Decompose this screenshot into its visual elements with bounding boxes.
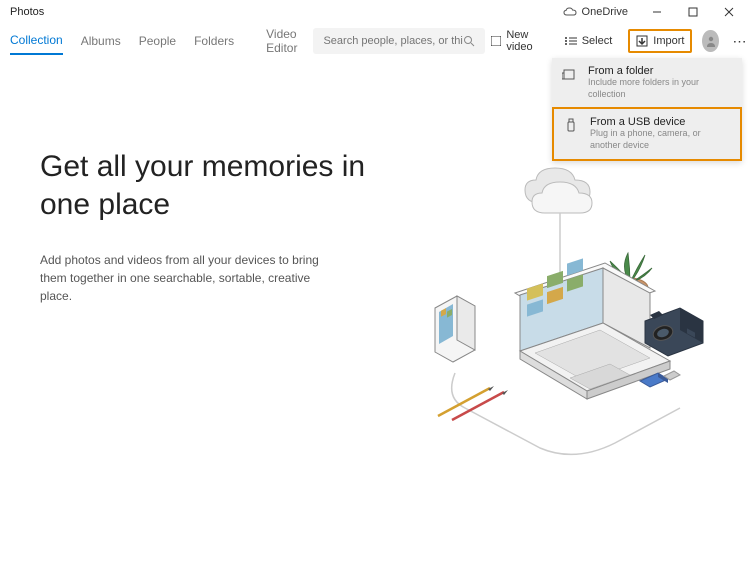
folder-icon (562, 67, 578, 81)
hero-heading: Get all your memories in one place (40, 148, 380, 223)
select-icon (565, 36, 577, 46)
dropdown-from-folder[interactable]: From a folder Include more folders in yo… (552, 58, 742, 107)
tab-collection[interactable]: Collection (10, 27, 63, 55)
onedrive-label: OneDrive (582, 6, 628, 18)
tab-video-editor[interactable]: Video Editor (266, 27, 297, 55)
person-icon (705, 35, 717, 47)
dropdown-usb-title: From a USB device (590, 116, 730, 128)
import-button[interactable]: Import (628, 29, 692, 53)
usb-icon (564, 118, 580, 132)
close-button[interactable] (712, 1, 746, 23)
select-button[interactable]: Select (559, 31, 619, 51)
dropdown-folder-title: From a folder (588, 65, 732, 77)
app-title: Photos (10, 6, 44, 18)
dropdown-folder-subtitle: Include more folders in your collection (588, 77, 732, 100)
more-button[interactable]: ⋯ (729, 33, 750, 50)
select-label: Select (582, 35, 613, 47)
hero-illustration (390, 148, 750, 468)
nav-tabs: Collection Albums People Folders (10, 27, 234, 55)
tab-folders[interactable]: Folders (194, 28, 234, 54)
import-dropdown: From a folder Include more folders in yo… (552, 58, 742, 161)
import-icon (636, 35, 648, 47)
hero-copy: Get all your memories in one place Add p… (40, 148, 380, 468)
search-icon (463, 35, 475, 47)
minimize-button[interactable] (640, 1, 674, 23)
tab-people[interactable]: People (139, 28, 176, 54)
search-box[interactable] (313, 28, 485, 54)
toolbar-actions: New video Select Import ⋯ (485, 25, 750, 57)
new-video-button[interactable]: New video (485, 25, 548, 57)
titlebar: Photos OneDrive (0, 0, 750, 24)
window-controls: OneDrive (563, 1, 746, 23)
new-video-label: New video (506, 29, 542, 53)
user-avatar[interactable] (702, 30, 718, 52)
search-input[interactable] (323, 35, 463, 47)
onedrive-button[interactable]: OneDrive (563, 6, 628, 18)
tab-albums[interactable]: Albums (81, 28, 121, 54)
video-icon (491, 36, 501, 46)
cloud-icon (563, 7, 577, 17)
import-label: Import (653, 35, 684, 47)
toolbar: Collection Albums People Folders Video E… (0, 24, 750, 58)
hero-body: Add photos and videos from all your devi… (40, 251, 330, 305)
maximize-button[interactable] (676, 1, 710, 23)
